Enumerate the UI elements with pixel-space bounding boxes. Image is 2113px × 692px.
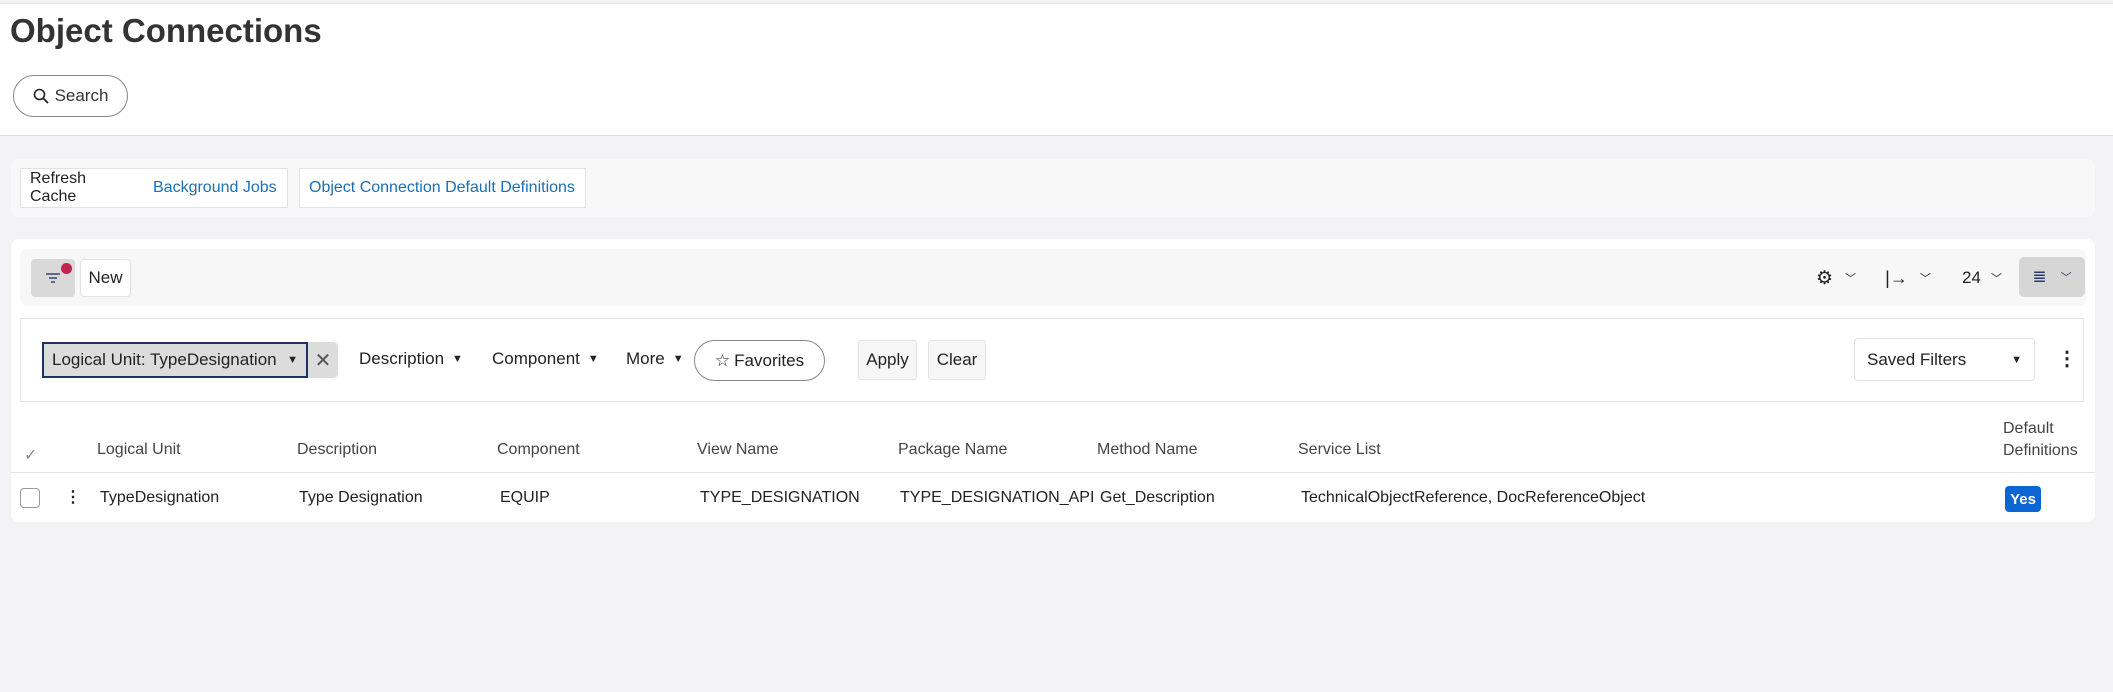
default-definitions-badge: Yes xyxy=(2005,486,2041,512)
table-header: ✓ Logical Unit Description Component Vie… xyxy=(11,419,2095,473)
view-mode-dropdown[interactable]: ≣ ﹀ xyxy=(2019,257,2085,297)
new-button[interactable]: New xyxy=(80,259,131,297)
page-header: Object Connections Search xyxy=(0,3,2113,136)
caret-down-icon: ▼ xyxy=(672,353,684,365)
more-filter-label: More xyxy=(626,349,665,368)
search-icon xyxy=(33,88,49,104)
gear-icon: ⚙ xyxy=(1815,267,1834,289)
component-filter[interactable]: Component ▼ xyxy=(492,349,599,369)
settings-dropdown[interactable]: ⚙ ﹀ xyxy=(1810,263,1862,293)
row-kebab-icon[interactable]: ⋮ xyxy=(65,487,81,507)
chevron-down-icon: ﹀ xyxy=(2060,272,2072,284)
more-options-kebab-icon[interactable]: ⋮ xyxy=(2057,346,2077,371)
cell-component: EQUIP xyxy=(500,489,550,506)
cell-method-name: Get_Description xyxy=(1100,489,1215,506)
remove-filter-button[interactable]: ✕ xyxy=(308,342,338,378)
favorites-label: Favorites xyxy=(734,350,805,370)
column-description[interactable]: Description xyxy=(297,441,377,459)
logical-unit-filter-chip[interactable]: Logical Unit: TypeDesignation ▼ xyxy=(42,342,308,378)
more-filter[interactable]: More ▼ xyxy=(626,349,684,369)
description-filter[interactable]: Description ▼ xyxy=(359,349,463,369)
search-label: Search xyxy=(54,86,109,105)
default-definitions-button[interactable]: Object Connection Default Definitions xyxy=(299,168,586,208)
column-dropdown[interactable]: |→ ﹀ xyxy=(1882,263,1934,293)
caret-down-icon: ▼ xyxy=(2011,353,2022,366)
chevron-down-icon: ﹀ xyxy=(1919,273,1931,285)
cell-description: Type Designation xyxy=(299,489,423,506)
description-filter-label: Description xyxy=(359,349,445,368)
table-row[interactable]: ⋮ TypeDesignation Type Designation EQUIP… xyxy=(11,474,2095,522)
column-method-name[interactable]: Method Name xyxy=(1097,441,1198,459)
column-view-name[interactable]: View Name xyxy=(697,441,779,459)
results-card: New ⚙ ﹀ |→ ﹀ 24 ﹀ ≣ ﹀ Logical Unit: TypeDesi… xyxy=(11,239,2095,522)
command-bar: Refresh Cache Background Jobs Object Con… xyxy=(11,159,2095,217)
cell-package-name: TYPE_DESIGNATION_API xyxy=(900,489,1095,506)
filter-chip-label: Logical Unit: TypeDesignation xyxy=(52,350,277,369)
page-size-dropdown[interactable]: 24 ﹀ xyxy=(1957,263,2007,293)
list-toolbar: New ⚙ ﹀ |→ ﹀ 24 ﹀ ≣ ﹀ xyxy=(20,249,2086,306)
column-service-list[interactable]: Service List xyxy=(1298,441,1381,459)
column-default-definitions-line1[interactable]: Default xyxy=(2003,420,2054,438)
saved-filters-dropdown[interactable]: Saved Filters ▼ xyxy=(1854,338,2035,381)
filter-panel: Logical Unit: TypeDesignation ▼ ✕ Descrip… xyxy=(20,318,2084,402)
arrow-right-bar-icon: |→ xyxy=(1885,267,1908,288)
caret-down-icon: ▼ xyxy=(287,354,298,366)
select-all-check-icon[interactable]: ✓ xyxy=(24,445,37,465)
component-filter-label: Component xyxy=(492,349,580,368)
column-default-definitions-line2[interactable]: Definitions xyxy=(2003,442,2078,460)
apply-button[interactable]: Apply xyxy=(858,340,917,380)
column-component[interactable]: Component xyxy=(497,441,580,459)
star-icon: ☆ xyxy=(714,350,731,370)
background-jobs-button[interactable]: Background Jobs xyxy=(144,168,288,208)
caret-down-icon: ▼ xyxy=(587,353,599,365)
filter-icon xyxy=(46,273,60,283)
close-icon: ✕ xyxy=(314,349,332,372)
filter-toggle-button[interactable] xyxy=(31,259,75,297)
refresh-cache-button[interactable]: Refresh Cache xyxy=(20,168,145,208)
caret-down-icon: ▼ xyxy=(452,353,463,365)
list-icon: ≣ xyxy=(2032,267,2047,286)
saved-filters-label: Saved Filters xyxy=(1867,349,1967,369)
row-checkbox[interactable] xyxy=(20,488,40,508)
chevron-down-icon: ﹀ xyxy=(1845,273,1857,285)
cell-service-list: TechnicalObjectReference, DocReferenceOb… xyxy=(1301,489,1646,506)
cell-view-name: TYPE_DESIGNATION xyxy=(700,489,860,506)
notification-dot xyxy=(61,263,72,274)
favorites-button[interactable]: ☆ Favorites xyxy=(694,340,825,381)
clear-button[interactable]: Clear xyxy=(928,340,986,380)
chevron-down-icon: ﹀ xyxy=(1990,273,2002,285)
search-button[interactable]: Search xyxy=(13,75,128,117)
cell-logical-unit[interactable]: TypeDesignation xyxy=(100,489,219,507)
page-size-value: 24 xyxy=(1962,268,1981,287)
page-title: Object Connections xyxy=(10,12,322,49)
column-package-name[interactable]: Package Name xyxy=(898,441,1007,459)
column-logical-unit[interactable]: Logical Unit xyxy=(97,441,181,459)
